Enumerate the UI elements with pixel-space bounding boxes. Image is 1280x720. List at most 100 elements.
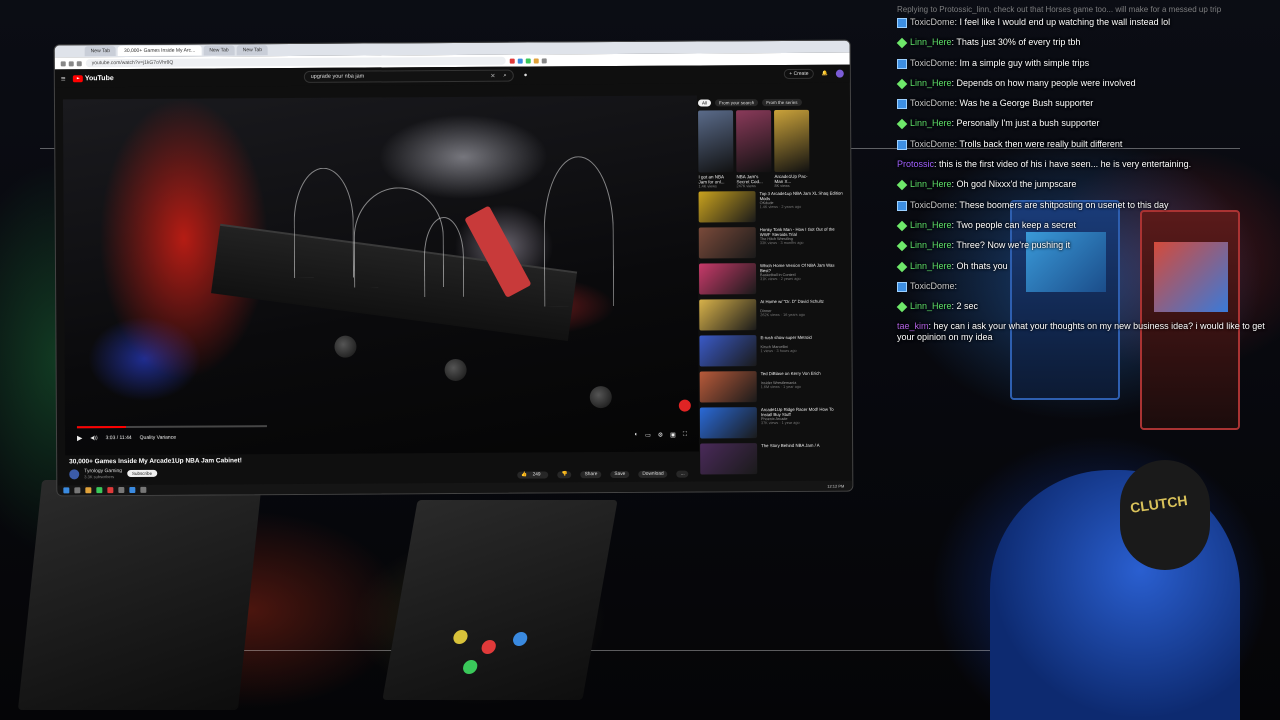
- recommendation-title[interactable]: E-rush show super Metroid: [760, 335, 844, 346]
- bookmark-icon[interactable]: [517, 58, 523, 64]
- video-player[interactable]: ▶ ◀)) 3:03 / 11:44 Quality Variance ◐ ▭ …: [62, 95, 700, 456]
- chat-username[interactable]: ToxicDome: [910, 200, 955, 210]
- channel-watermark-icon[interactable]: [678, 399, 691, 412]
- recommendation-title[interactable]: Arcade1Up Ridge Racer Mod! How To Instal…: [761, 407, 845, 417]
- chat-username[interactable]: Linn_Here: [910, 261, 952, 271]
- clear-search-icon[interactable]: ✕: [490, 72, 495, 79]
- create-button[interactable]: + Create: [784, 68, 814, 79]
- recommendation-item[interactable]: At Home w/ "Dr. D" David Schultz Dinner 26…: [699, 299, 844, 333]
- browser-tab[interactable]: New Tab: [203, 45, 235, 56]
- microphone-icon[interactable]: ●: [524, 73, 528, 79]
- bookmark-icon[interactable]: [509, 58, 515, 64]
- volume-icon[interactable]: ◀)): [90, 435, 97, 441]
- video-thumbnail[interactable]: [698, 263, 757, 295]
- video-thumbnail[interactable]: [736, 110, 772, 173]
- autoplay-toggle-icon[interactable]: ◐: [634, 431, 638, 438]
- chat-username[interactable]: Linn_Here: [910, 240, 952, 250]
- recommendation-item[interactable]: Honky Tonk Man - How I Got Out of the WW…: [698, 227, 844, 261]
- dislike-button[interactable]: 👎: [557, 471, 572, 479]
- subscribe-button[interactable]: Subscribe: [127, 469, 158, 477]
- recommendation-title[interactable]: Top 3 Arcade1up NBA Jam XL Shaq Edition …: [760, 191, 844, 202]
- recommendation-title[interactable]: NBA Jam's Secret Cod...: [736, 174, 771, 184]
- taskbar-app-icon[interactable]: [96, 487, 103, 494]
- chip-from-series[interactable]: From the series: [762, 98, 802, 107]
- share-button[interactable]: Share: [580, 471, 602, 479]
- recommendation-item[interactable]: Top 3 Arcade1up NBA Jam XL Shaq Edition …: [698, 191, 844, 225]
- chat-username[interactable]: Linn_Here: [910, 179, 952, 189]
- browser-tab[interactable]: New Tab: [84, 46, 117, 57]
- chat-username[interactable]: ToxicDome: [910, 58, 955, 68]
- recommendation-item[interactable]: The Story Behind NBA Jam / A: [700, 443, 845, 477]
- video-thumbnail[interactable]: [699, 371, 757, 403]
- chat-username[interactable]: ToxicDome: [910, 139, 955, 149]
- back-icon[interactable]: [60, 60, 66, 66]
- chat-username[interactable]: Linn_Here: [910, 78, 952, 88]
- search-input[interactable]: upgrade your nba jam: [311, 73, 491, 80]
- chat-username[interactable]: Linn_Here: [910, 37, 952, 47]
- like-button[interactable]: 👍 249: [517, 471, 549, 479]
- recommendation-item[interactable]: Arcade1Up Ridge Racer Mod! How To Instal…: [699, 407, 845, 441]
- video-thumbnail[interactable]: [699, 335, 757, 367]
- taskbar-app-icon[interactable]: [107, 487, 114, 494]
- progress-bar[interactable]: [76, 425, 267, 429]
- play-icon[interactable]: ▶: [77, 434, 82, 442]
- download-button[interactable]: Download: [638, 470, 668, 478]
- chat-username[interactable]: Protossic: [897, 159, 934, 169]
- captions-icon[interactable]: ▭: [645, 431, 651, 438]
- menu-icon[interactable]: ≡: [61, 74, 73, 83]
- video-thumbnail[interactable]: [774, 109, 810, 173]
- fullscreen-icon[interactable]: ⛶: [683, 431, 687, 438]
- save-button[interactable]: Save: [610, 470, 630, 479]
- miniplayer-icon[interactable]: ▣: [670, 431, 676, 438]
- top-recommendation-card[interactable]: Arcade1Up Pac-Man X... 8K views: [774, 109, 810, 188]
- top-recommendation-card[interactable]: I got an NBA Jam for onl... 1.4K views: [698, 110, 734, 189]
- recommendation-title[interactable]: Arcade1Up Pac-Man X...: [774, 174, 809, 184]
- bookmark-icon[interactable]: [533, 57, 539, 64]
- search-icon[interactable]: ⌕: [503, 72, 506, 79]
- reload-icon[interactable]: [76, 60, 82, 66]
- taskbar-app-icon[interactable]: [118, 487, 125, 494]
- video-thumbnail[interactable]: [698, 191, 756, 223]
- recommendation-title[interactable]: The Story Behind NBA Jam / A: [761, 443, 845, 454]
- top-recommendation-card[interactable]: NBA Jam's Secret Cod... 247K views: [736, 110, 772, 188]
- avatar[interactable]: [835, 69, 844, 78]
- forward-icon[interactable]: [68, 60, 74, 66]
- youtube-logo[interactable]: YouTube: [72, 75, 114, 82]
- video-thumbnail[interactable]: [698, 227, 756, 259]
- taskbar-app-icon[interactable]: [85, 487, 92, 494]
- recommendation-item[interactable]: Which Home Version Of NBA Jam Was Best? B…: [698, 263, 844, 297]
- taskbar-app-icon[interactable]: [140, 486, 147, 493]
- chat-username[interactable]: ToxicDome: [910, 98, 955, 108]
- chat-username[interactable]: ToxicDome: [910, 17, 955, 27]
- browser-tab[interactable]: New Tab: [236, 45, 269, 56]
- video-thumbnail[interactable]: [699, 407, 758, 439]
- recommendation-title[interactable]: Ted DiBiase on Kerry Von Erich: [761, 371, 845, 382]
- chat-username[interactable]: Linn_Here: [910, 301, 952, 311]
- start-icon[interactable]: [63, 487, 70, 494]
- notifications-icon[interactable]: 🔔: [822, 71, 828, 77]
- chat-username[interactable]: tae_kim: [897, 321, 929, 331]
- taskbar-app-icon[interactable]: [129, 486, 136, 493]
- video-thumbnail[interactable]: [700, 443, 758, 475]
- settings-icon[interactable]: ⚙: [658, 431, 663, 438]
- recommendation-title[interactable]: At Home w/ "Dr. D" David Schultz: [760, 299, 844, 310]
- chat-username[interactable]: Linn_Here: [910, 220, 952, 230]
- chapter-label[interactable]: Quality Variance: [140, 435, 176, 441]
- recommendation-item[interactable]: E-rush show super Metroid Kirsch Marcelli…: [699, 335, 844, 369]
- chip-all[interactable]: All: [697, 99, 712, 107]
- recommendation-title[interactable]: Honky Tonk Man - How I Got Out of the WW…: [760, 227, 844, 237]
- video-thumbnail[interactable]: [699, 299, 757, 331]
- url-field[interactable]: youtube.com/watch?v=j1kG7oVhr8Q: [85, 56, 506, 68]
- more-button[interactable]: ...: [676, 470, 689, 478]
- chat-username[interactable]: ToxicDome: [910, 281, 955, 291]
- browser-tab-active[interactable]: 30,000+ Games Inside My Arc...: [118, 45, 202, 57]
- channel-avatar[interactable]: [69, 468, 80, 479]
- bookmark-icon[interactable]: [541, 57, 547, 63]
- bookmark-icon[interactable]: [525, 58, 531, 64]
- recommendation-title[interactable]: I got an NBA Jam for onl...: [698, 174, 733, 184]
- taskbar-app-icon[interactable]: [74, 487, 81, 494]
- chat-username[interactable]: Linn_Here: [910, 118, 952, 128]
- recommendation-title[interactable]: Which Home Version Of NBA Jam Was Best?: [760, 263, 844, 273]
- recommendation-item[interactable]: Ted DiBiase on Kerry Von Erich Insider Wr…: [699, 371, 845, 405]
- video-thumbnail[interactable]: [698, 110, 734, 173]
